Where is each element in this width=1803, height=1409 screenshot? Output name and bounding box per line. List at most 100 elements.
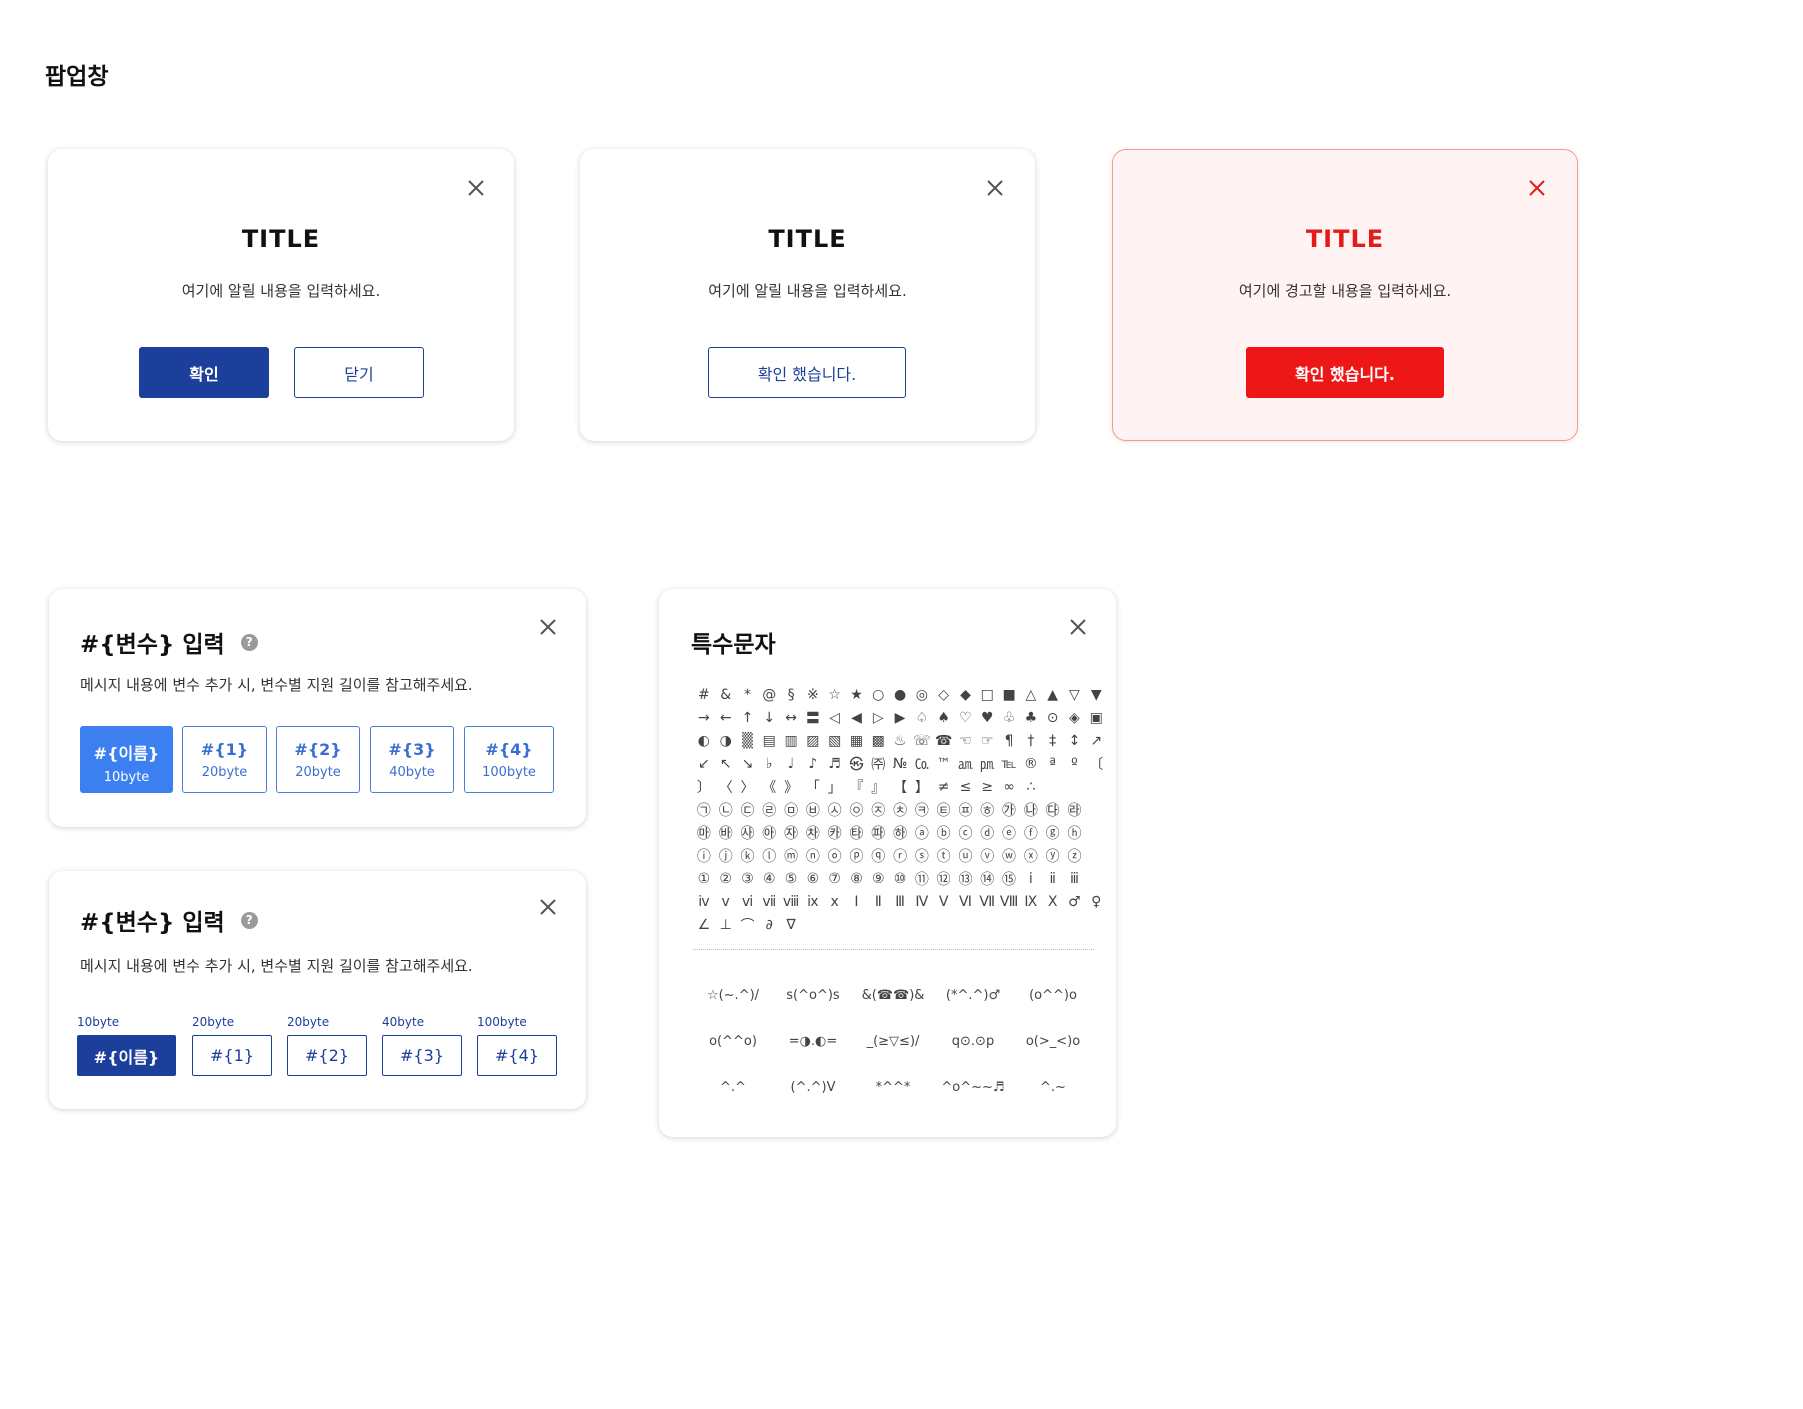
symbol-char[interactable]: ㉶ [780,823,802,843]
symbol-char[interactable]: ◀ [846,710,868,726]
symbol-char[interactable]: ㏂ [955,754,977,774]
symbol-char[interactable]: ↗ [1085,733,1107,749]
symbol-char[interactable]: 〓 [802,708,824,728]
symbol-char[interactable]: ⓠ [867,846,889,866]
symbol-char[interactable]: ◆ [955,687,977,703]
symbol-char[interactable]: ↖ [715,756,737,772]
symbol-char[interactable]: ↕ [1064,733,1086,749]
symbol-char[interactable]: △ [1020,687,1042,703]
symbol-char[interactable]: → [693,710,715,726]
close-icon[interactable] [466,178,486,198]
symbol-char[interactable]: ■ [998,687,1020,703]
symbol-char[interactable]: ★ [846,687,868,703]
symbol-char[interactable]: ⌒ [737,915,759,935]
symbol-char[interactable]: ㏇ [911,754,933,774]
symbol-char[interactable]: ⅹ [824,894,846,910]
symbol-char[interactable]: ⓢ [911,846,933,866]
symbol-char[interactable]: 』 [867,777,889,797]
symbol-char[interactable]: ㈜ [867,754,889,774]
close-icon[interactable] [1068,617,1088,637]
symbol-char[interactable]: ↙ [693,756,715,772]
emoticon[interactable]: q⊙.⊙p [933,1034,1013,1049]
symbol-char[interactable]: ⅸ [802,894,824,910]
emoticon[interactable]: ^.^ [693,1080,773,1095]
symbol-char[interactable]: ∇ [780,917,802,933]
emoticon[interactable]: o(^^o) [693,1034,773,1049]
variable-button-2[interactable]: #{2} [287,1035,367,1076]
symbol-char[interactable]: ⑪ [911,869,933,889]
symbol-char[interactable]: ⓒ [955,823,977,843]
symbol-char[interactable]: ③ [737,871,759,887]
symbol-char[interactable]: ⑦ [824,871,846,887]
symbol-char[interactable]: ♬ [824,756,846,772]
symbol-char[interactable]: § [780,687,802,703]
symbol-char[interactable]: ② [715,871,737,887]
symbol-char[interactable]: ㏘ [976,754,998,774]
symbol-char[interactable]: ∂ [758,917,780,933]
symbol-char[interactable]: ⅵ [737,894,759,910]
symbol-char[interactable]: ← [715,710,737,726]
symbol-char[interactable]: ♣ [1020,710,1042,726]
variable-button-3[interactable]: #{3} 40byte [370,726,454,793]
confirm-button[interactable]: 확인 했습니다. [708,347,906,398]
symbol-char[interactable]: ⓚ [737,846,759,866]
confirm-button[interactable]: 확인 [139,347,269,398]
symbol-char[interactable]: ≥ [976,779,998,795]
symbol-char[interactable]: Ⅸ [1020,894,1042,910]
symbol-char[interactable]: ● [889,687,911,703]
symbol-char[interactable]: ▷ [867,710,889,726]
symbol-char[interactable]: ⅷ [780,894,802,910]
symbol-char[interactable]: 〉 [737,777,759,797]
symbol-char[interactable]: ⓔ [998,823,1020,843]
symbol-char[interactable]: ▧ [824,733,846,749]
symbol-char[interactable]: ☆ [824,687,846,703]
symbol-char[interactable]: ㉢ [737,800,759,820]
emoticon[interactable]: *^^* [853,1080,933,1095]
symbol-char[interactable]: ㉩ [889,800,911,820]
symbol-char[interactable]: ☏ [911,733,933,749]
symbol-char[interactable]: ▽ [1064,687,1086,703]
symbol-char[interactable]: ¶ [998,733,1020,749]
symbol-char[interactable]: ㉰ [1042,800,1064,820]
emoticon[interactable]: s(^o^)s [773,988,853,1003]
symbol-char[interactable]: ♨ [889,733,911,749]
symbol-char[interactable]: ㉮ [998,800,1020,820]
symbol-char[interactable]: ⑫ [933,869,955,889]
symbol-char[interactable]: ㉵ [758,823,780,843]
symbol-char[interactable]: ⓛ [758,846,780,866]
emoticon[interactable]: =◑.◐= [773,1034,853,1049]
symbol-char[interactable]: ㉹ [846,823,868,843]
symbol-char[interactable]: ㉿ [846,754,868,774]
symbol-char[interactable]: ☜ [955,733,977,749]
symbol-char[interactable]: ㉬ [955,800,977,820]
emoticon[interactable]: (o^^)o [1013,988,1093,1003]
symbol-char[interactable]: ◎ [911,687,933,703]
symbol-char[interactable]: ⑤ [780,871,802,887]
symbol-char[interactable]: 【 [889,777,911,797]
symbol-char[interactable]: ㉷ [802,823,824,843]
symbol-char[interactable]: ⓞ [824,846,846,866]
close-button[interactable]: 닫기 [294,347,424,398]
symbol-char[interactable]: ⓦ [998,846,1020,866]
symbol-char[interactable]: ♂ [1064,894,1086,910]
symbol-char[interactable]: ㉻ [889,823,911,843]
close-icon[interactable] [538,897,558,917]
symbol-char[interactable]: 〈 [715,777,737,797]
symbol-char[interactable]: ※ [802,687,824,703]
symbol-char[interactable]: ㉴ [737,823,759,843]
symbol-char[interactable]: ◑ [715,733,737,749]
symbol-char[interactable]: Ⅲ [889,894,911,910]
symbol-char[interactable]: Ⅶ [976,894,998,910]
symbol-char[interactable]: ⅶ [758,894,780,910]
symbol-char[interactable]: ↔ [780,710,802,726]
symbol-char[interactable]: ▨ [802,733,824,749]
symbol-char[interactable]: 《 [758,777,780,797]
symbol-char[interactable]: ∴ [1020,779,1042,795]
symbol-char[interactable]: ㉧ [846,800,868,820]
symbol-char[interactable]: 】 [911,777,933,797]
symbol-char[interactable]: ∞ [998,779,1020,795]
symbol-char[interactable]: № [889,756,911,772]
symbol-char[interactable]: 」 [824,777,846,797]
emoticon[interactable]: &(☎☎)& [853,988,933,1003]
symbol-char[interactable]: ⓐ [911,823,933,843]
